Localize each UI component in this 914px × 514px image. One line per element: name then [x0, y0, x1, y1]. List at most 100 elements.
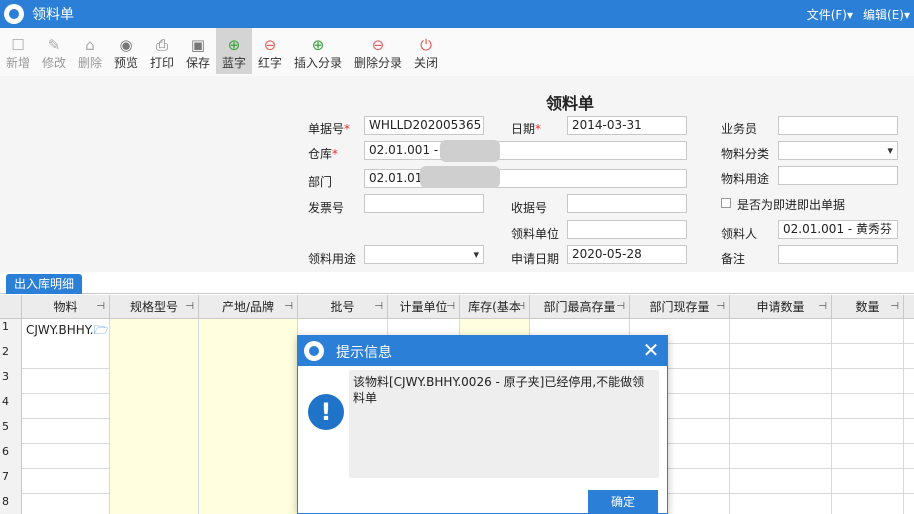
- apply-date-input[interactable]: 2020-05-28: [567, 245, 687, 264]
- col-header-batch[interactable]: 批号 ⊣: [298, 295, 388, 319]
- col-header-brand[interactable]: 产地/品牌 ⊣: [199, 295, 298, 319]
- close-icon[interactable]: ✕: [641, 338, 661, 362]
- grid-cell[interactable]: [199, 319, 298, 344]
- grid-cell[interactable]: [832, 444, 904, 469]
- salesman-input[interactable]: [778, 116, 898, 135]
- preview-button[interactable]: ◉ 预览: [108, 28, 144, 74]
- pin-icon: ⊣: [890, 301, 899, 312]
- col-header-spec[interactable]: 规格型号 ⊣: [110, 295, 199, 319]
- folder-icon[interactable]: 🗁: [94, 323, 109, 337]
- grid-cell[interactable]: [730, 394, 832, 419]
- power-icon: ⏻: [420, 36, 432, 54]
- col-header-material[interactable]: 物料 ⊣: [22, 295, 110, 319]
- grid-cell[interactable]: [22, 344, 110, 369]
- receiving-unit-input[interactable]: [567, 220, 687, 239]
- invoice-input[interactable]: [364, 194, 484, 213]
- red-button[interactable]: ⊖ 红字: [252, 28, 288, 74]
- trash-icon: ⌂: [85, 36, 95, 54]
- grid-cell[interactable]: [730, 494, 832, 514]
- grid-cell[interactable]: [110, 369, 199, 394]
- warehouse-input[interactable]: 02.01.001 -: [364, 141, 687, 160]
- grid-cell[interactable]: [199, 469, 298, 494]
- grid-cell[interactable]: [22, 444, 110, 469]
- top-menu: 文件(F)▾ 编辑(E)▾: [807, 0, 910, 28]
- grid-cell[interactable]: [22, 369, 110, 394]
- new-button[interactable]: ☐ 新增: [0, 28, 36, 74]
- grid-cell[interactable]: [832, 319, 904, 344]
- grid-cell[interactable]: [22, 419, 110, 444]
- outbound-checkbox[interactable]: [721, 198, 731, 208]
- doc-no-input[interactable]: WHLLD202005365: [364, 116, 484, 135]
- grid-cell[interactable]: [832, 469, 904, 494]
- remark-input[interactable]: [778, 245, 898, 264]
- date-input[interactable]: 2014-03-31: [567, 116, 687, 135]
- col-header-dept-current[interactable]: 部门现存量 ⊣: [630, 295, 730, 319]
- grid-cell[interactable]: [730, 419, 832, 444]
- grid-cell[interactable]: [110, 319, 199, 344]
- grid-cell[interactable]: [110, 344, 199, 369]
- app-logo-icon: [304, 341, 324, 361]
- title-bar: 领料单 文件(F)▾ 编辑(E)▾: [0, 0, 914, 28]
- grid-cell[interactable]: [832, 494, 904, 514]
- material-category-select[interactable]: [778, 141, 898, 160]
- grid-cell[interactable]: [199, 419, 298, 444]
- receiver-input[interactable]: 02.01.001 - 黄秀芬: [778, 220, 898, 239]
- grid-cell[interactable]: [22, 394, 110, 419]
- grid-cell[interactable]: [199, 344, 298, 369]
- printer-icon: ⎙: [155, 36, 168, 54]
- remove-icon: ⊖: [371, 36, 385, 54]
- grid-cell[interactable]: [832, 369, 904, 394]
- grid-cell[interactable]: [832, 394, 904, 419]
- col-header-dept-max[interactable]: 部门最高存量 ⊣: [530, 295, 630, 319]
- ok-button[interactable]: 确定: [588, 490, 658, 514]
- row-number: 1: [0, 319, 22, 344]
- col-header-unit[interactable]: 计量单位 ⊣: [388, 295, 460, 319]
- doc-no-label: 单据号*: [308, 122, 351, 136]
- grid-cell[interactable]: [832, 419, 904, 444]
- save-button[interactable]: ▣ 保存: [180, 28, 216, 74]
- grid-cell[interactable]: [832, 344, 904, 369]
- purpose-select[interactable]: [364, 245, 484, 264]
- col-header-apply-qty[interactable]: 申请数量 ⊣: [730, 295, 832, 319]
- delete-button[interactable]: ⌂ 删除: [72, 28, 108, 74]
- pin-icon: ⊣: [616, 301, 625, 312]
- grid-cell[interactable]: [22, 469, 110, 494]
- grid-cell[interactable]: [199, 494, 298, 514]
- grid-cell[interactable]: [199, 369, 298, 394]
- grid-cell[interactable]: [730, 369, 832, 394]
- modify-button[interactable]: ✎ 修改: [36, 28, 72, 74]
- grid-cell[interactable]: [110, 444, 199, 469]
- grid-cell[interactable]: [730, 469, 832, 494]
- dept-input[interactable]: 02.01.01: [364, 169, 687, 188]
- close-button[interactable]: ⏻ 关闭: [408, 28, 444, 74]
- col-header-stock[interactable]: 库存(基本 ⊣: [460, 295, 530, 319]
- material-use-input[interactable]: [778, 166, 898, 185]
- redacted-overlay-2: [420, 166, 500, 188]
- grid-cell[interactable]: [730, 444, 832, 469]
- grid-cell[interactable]: [110, 494, 199, 514]
- grid-cell[interactable]: [110, 394, 199, 419]
- tab-detail[interactable]: 出入库明细: [6, 274, 83, 294]
- insert-entry-button[interactable]: ⊕ 插入分录: [288, 28, 348, 74]
- pin-icon: ⊣: [446, 301, 455, 312]
- grid-cell[interactable]: [110, 469, 199, 494]
- grid-cell[interactable]: [199, 394, 298, 419]
- grid-cell[interactable]: CJWY.BHHY.🗁: [22, 319, 110, 344]
- delete-entry-button[interactable]: ⊖ 删除分录: [348, 28, 408, 74]
- grid-cell[interactable]: [730, 344, 832, 369]
- grid-cell[interactable]: [110, 419, 199, 444]
- menu-edit[interactable]: 编辑(E)▾: [863, 6, 910, 23]
- plus-circle-icon: ⊕: [227, 36, 241, 54]
- dept-label: 部门: [308, 175, 333, 189]
- date-label: 日期*: [511, 122, 542, 136]
- row-number: 4: [0, 394, 22, 419]
- menu-file[interactable]: 文件(F)▾: [807, 6, 853, 23]
- grid-cell[interactable]: [199, 444, 298, 469]
- print-button[interactable]: ⎙ 打印: [144, 28, 180, 74]
- insert-icon: ⊕: [311, 36, 325, 54]
- grid-cell[interactable]: [22, 494, 110, 514]
- receipt-input[interactable]: [567, 194, 687, 213]
- col-header-qty[interactable]: 数量 ⊣: [832, 295, 904, 319]
- grid-cell[interactable]: [730, 319, 832, 344]
- blue-button[interactable]: ⊕ 蓝字: [216, 28, 252, 74]
